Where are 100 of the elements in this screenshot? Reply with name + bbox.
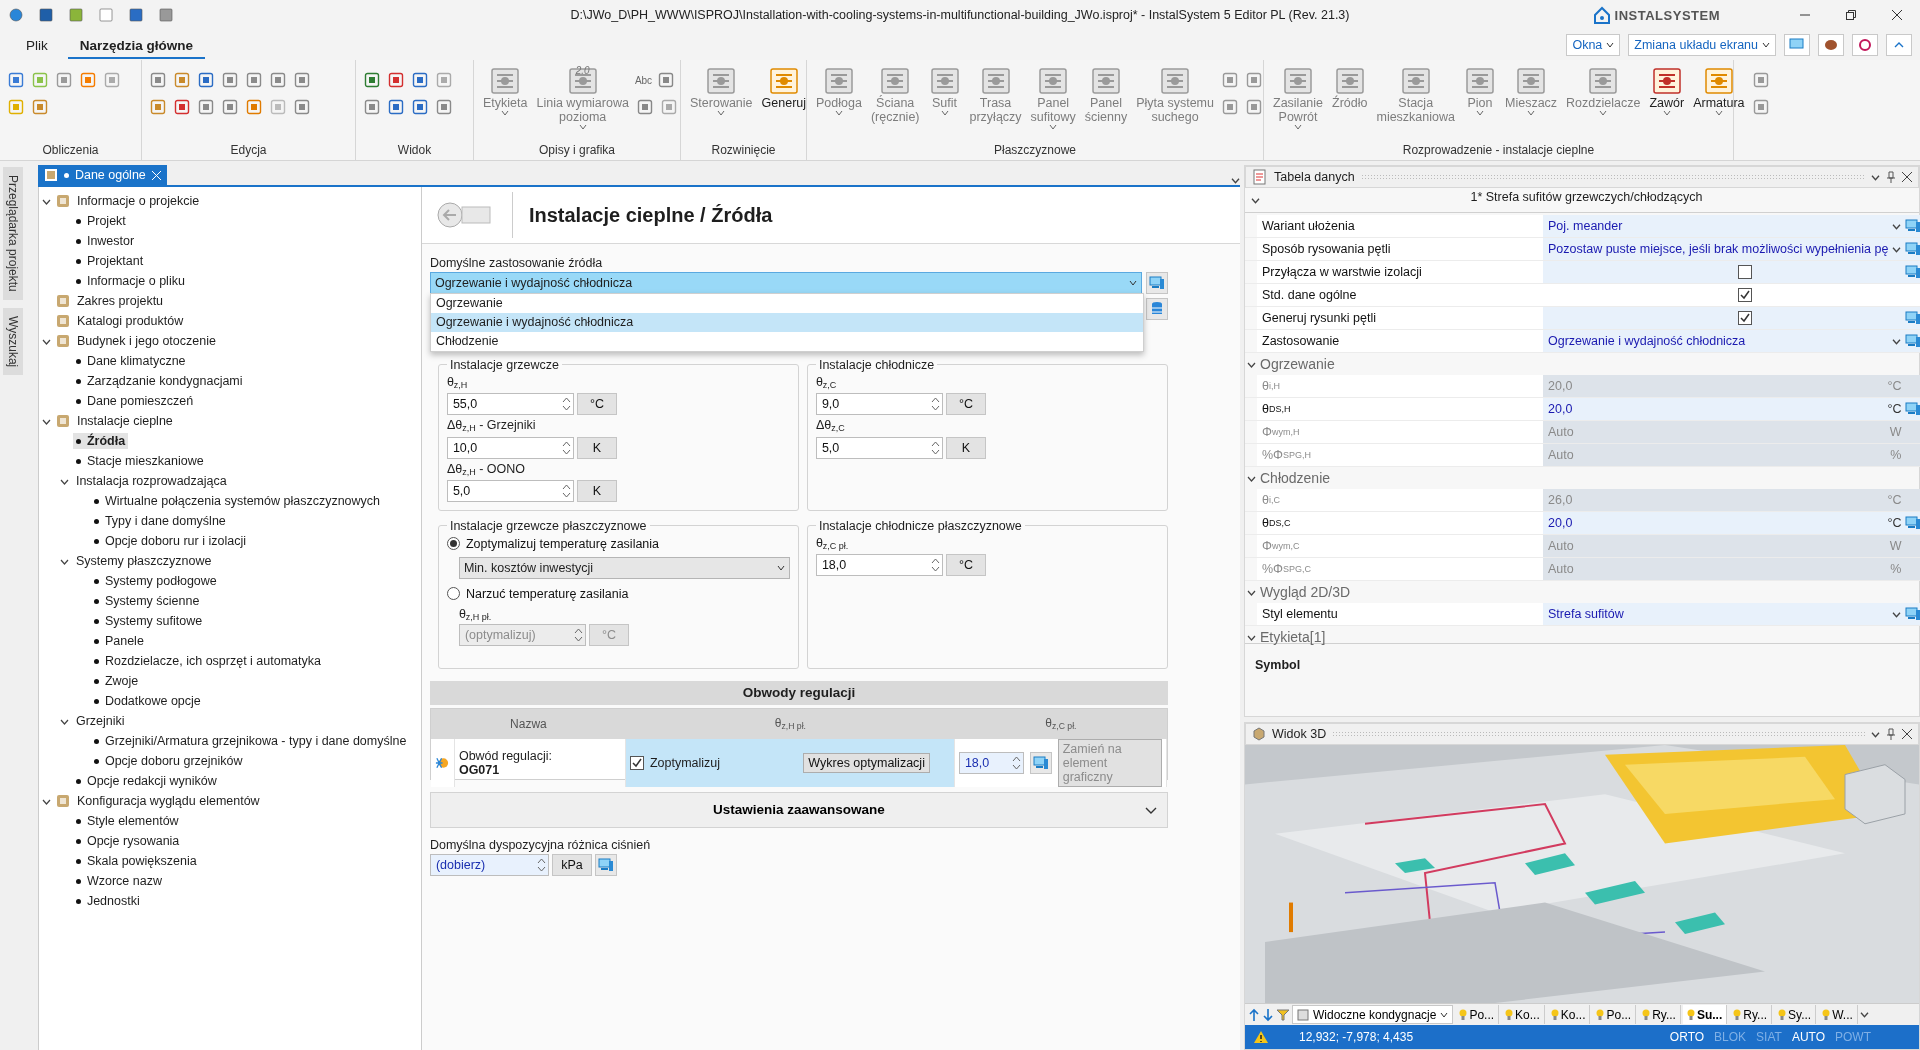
toolbar-button[interactable] (1784, 34, 1810, 56)
layer-tab[interactable]: Ko... (1501, 1005, 1545, 1024)
tree-item[interactable]: Typy i dane domyślne (90, 513, 229, 529)
radio-button[interactable] (446, 537, 460, 551)
accordion-header[interactable]: Ustawienia zaawansowane (429, 791, 1168, 828)
close-icon[interactable] (1902, 172, 1912, 182)
tree-item[interactable]: Systemy płaszczyznowe (72, 553, 215, 569)
text-style-label[interactable]: Abc (634, 74, 653, 86)
tree-item[interactable]: Zakres projektu (73, 293, 167, 309)
tool-button[interactable] (148, 97, 168, 117)
option-label[interactable]: Narzuć temperaturę zasilania (465, 586, 629, 601)
property-value[interactable]: Strefa sufitów (1543, 603, 1920, 625)
tool-button[interactable] (220, 70, 240, 90)
monitor-icon[interactable] (1905, 265, 1920, 279)
input-field[interactable]: 18,0 (815, 554, 943, 576)
spinner-icon[interactable] (930, 439, 940, 456)
checkbox[interactable] (1737, 288, 1752, 302)
menu-tab[interactable]: Narzędzia główne (67, 31, 206, 59)
tool-button[interactable] (172, 70, 192, 90)
tree-item[interactable]: Wzorce nazw (72, 873, 165, 889)
tree-item[interactable]: Grzejniki (72, 713, 128, 729)
menu-tab[interactable]: Plik (14, 31, 60, 59)
close-icon[interactable] (1902, 729, 1912, 739)
chart-button[interactable]: Wykres optymalizacji (803, 752, 930, 773)
tree-item[interactable]: Projekt (72, 213, 129, 229)
tool-button[interactable] (434, 97, 454, 117)
status-toggle[interactable]: ORTO (1669, 1030, 1705, 1044)
checkbox[interactable] (629, 755, 644, 770)
tree-item[interactable]: Style elementów (72, 813, 182, 829)
tree-item[interactable]: Opcje rysowania (72, 833, 183, 849)
tree-item[interactable]: Rozdzielacze, ich osprzęt i automatyka (90, 653, 324, 669)
tool-button[interactable] (172, 97, 192, 117)
unit-button[interactable]: °C (945, 554, 986, 576)
tree-item[interactable]: Instalacja rozprowadzająca (72, 473, 230, 489)
dropdown-option[interactable]: Ogrzewanie (430, 294, 1143, 313)
unit-button[interactable]: K (576, 436, 617, 459)
tool-button[interactable] (410, 70, 430, 90)
tree-item[interactable]: Zwoje (90, 673, 142, 689)
tool-button[interactable] (292, 97, 312, 117)
layer-tab[interactable]: Sy... (1774, 1005, 1817, 1024)
property-value[interactable]: Poj. meander (1543, 215, 1920, 237)
database-button[interactable] (1145, 298, 1168, 320)
tool-button[interactable] (54, 70, 74, 90)
unit-button[interactable]: K (576, 479, 617, 502)
tool-button[interactable] (6, 70, 26, 90)
tree-item[interactable]: Skala powiększenia (72, 853, 200, 869)
navigation-icon[interactable] (435, 199, 492, 231)
pin-icon[interactable] (1886, 171, 1896, 183)
monitor-icon[interactable] (1905, 607, 1920, 621)
monitor-icon[interactable] (1905, 516, 1920, 530)
tree-item[interactable]: Informacje o projekcie (73, 193, 203, 209)
tool-button[interactable] (196, 97, 216, 117)
monitor-icon[interactable] (1905, 219, 1920, 233)
layer-tab[interactable]: Po... (1455, 1005, 1500, 1024)
tree-item[interactable]: Opcje doboru rur i izolacji (90, 533, 249, 549)
tree-item[interactable]: Konfiguracja wyglądu elementów (73, 793, 263, 809)
property-value[interactable]: Pozostaw puste miejsce, jeśli brak możliwości wypełnienia pę (1543, 238, 1920, 260)
tree-item[interactable]: Źródła (72, 433, 129, 449)
tool-button[interactable] (30, 97, 50, 117)
spinner-icon[interactable] (561, 439, 571, 456)
tree-item[interactable]: Jednostki (72, 893, 143, 909)
tool-button[interactable] (148, 70, 168, 90)
input-field[interactable]: 18,0 (958, 751, 1024, 774)
tool-button[interactable] (434, 70, 454, 90)
layer-tab[interactable]: Po... (1592, 1005, 1637, 1024)
toolbar-button[interactable] (1818, 34, 1844, 56)
tree-item[interactable]: Projektant (72, 253, 147, 269)
option-label[interactable]: Zoptymalizuj temperaturę zasilania (465, 536, 660, 551)
property-value[interactable]: 20,0 °C (1543, 512, 1920, 534)
input-field[interactable]: (dobierz) (429, 853, 549, 876)
input-field[interactable]: 9,0 (815, 393, 943, 416)
tree-item[interactable]: Systemy sufitowe (90, 613, 206, 629)
tree-item[interactable]: Instalacje cieplne (73, 413, 176, 429)
tree-item[interactable]: Dane klimatyczne (72, 353, 189, 369)
ribbon-button[interactable]: Generuj (758, 64, 810, 112)
status-toggle[interactable]: AUTO (1791, 1030, 1825, 1044)
tree-item[interactable]: Panele (90, 633, 147, 649)
spinner-icon[interactable] (1011, 754, 1021, 771)
tree-item[interactable]: Katalogi produktów (73, 313, 187, 329)
tool-button[interactable] (362, 97, 382, 117)
tool-button[interactable] (196, 70, 216, 90)
tool-button[interactable] (292, 70, 312, 90)
tree-item[interactable]: Zarządzanie kondygnacjami (72, 373, 246, 389)
side-tab[interactable]: Przeglądarka projektu (3, 167, 23, 300)
tree-item[interactable]: Dane pomieszczeń (72, 393, 197, 409)
arrow-up-icon[interactable] (1248, 1007, 1260, 1022)
tree-item[interactable]: Stacje mieszkaniowe (72, 453, 207, 469)
tree-item[interactable]: Opcje doboru grzejników (90, 753, 246, 769)
unit-button[interactable]: °C (945, 393, 986, 416)
spinner-icon[interactable] (561, 482, 571, 499)
dropdown-field[interactable]: Min. kosztów inwestycji (458, 556, 790, 579)
tool-button[interactable] (386, 70, 406, 90)
checkbox[interactable] (1737, 311, 1752, 325)
checkbox[interactable] (1737, 265, 1752, 279)
arrow-down-icon[interactable] (1262, 1007, 1274, 1022)
spinner-icon[interactable] (536, 856, 546, 873)
tree-item[interactable]: Wirtualne połączenia systemów płaszczyznowych (90, 493, 384, 509)
dropdown-button[interactable]: Okna (1566, 34, 1621, 56)
spinner-icon[interactable] (930, 396, 940, 413)
tool-button[interactable] (244, 70, 264, 90)
